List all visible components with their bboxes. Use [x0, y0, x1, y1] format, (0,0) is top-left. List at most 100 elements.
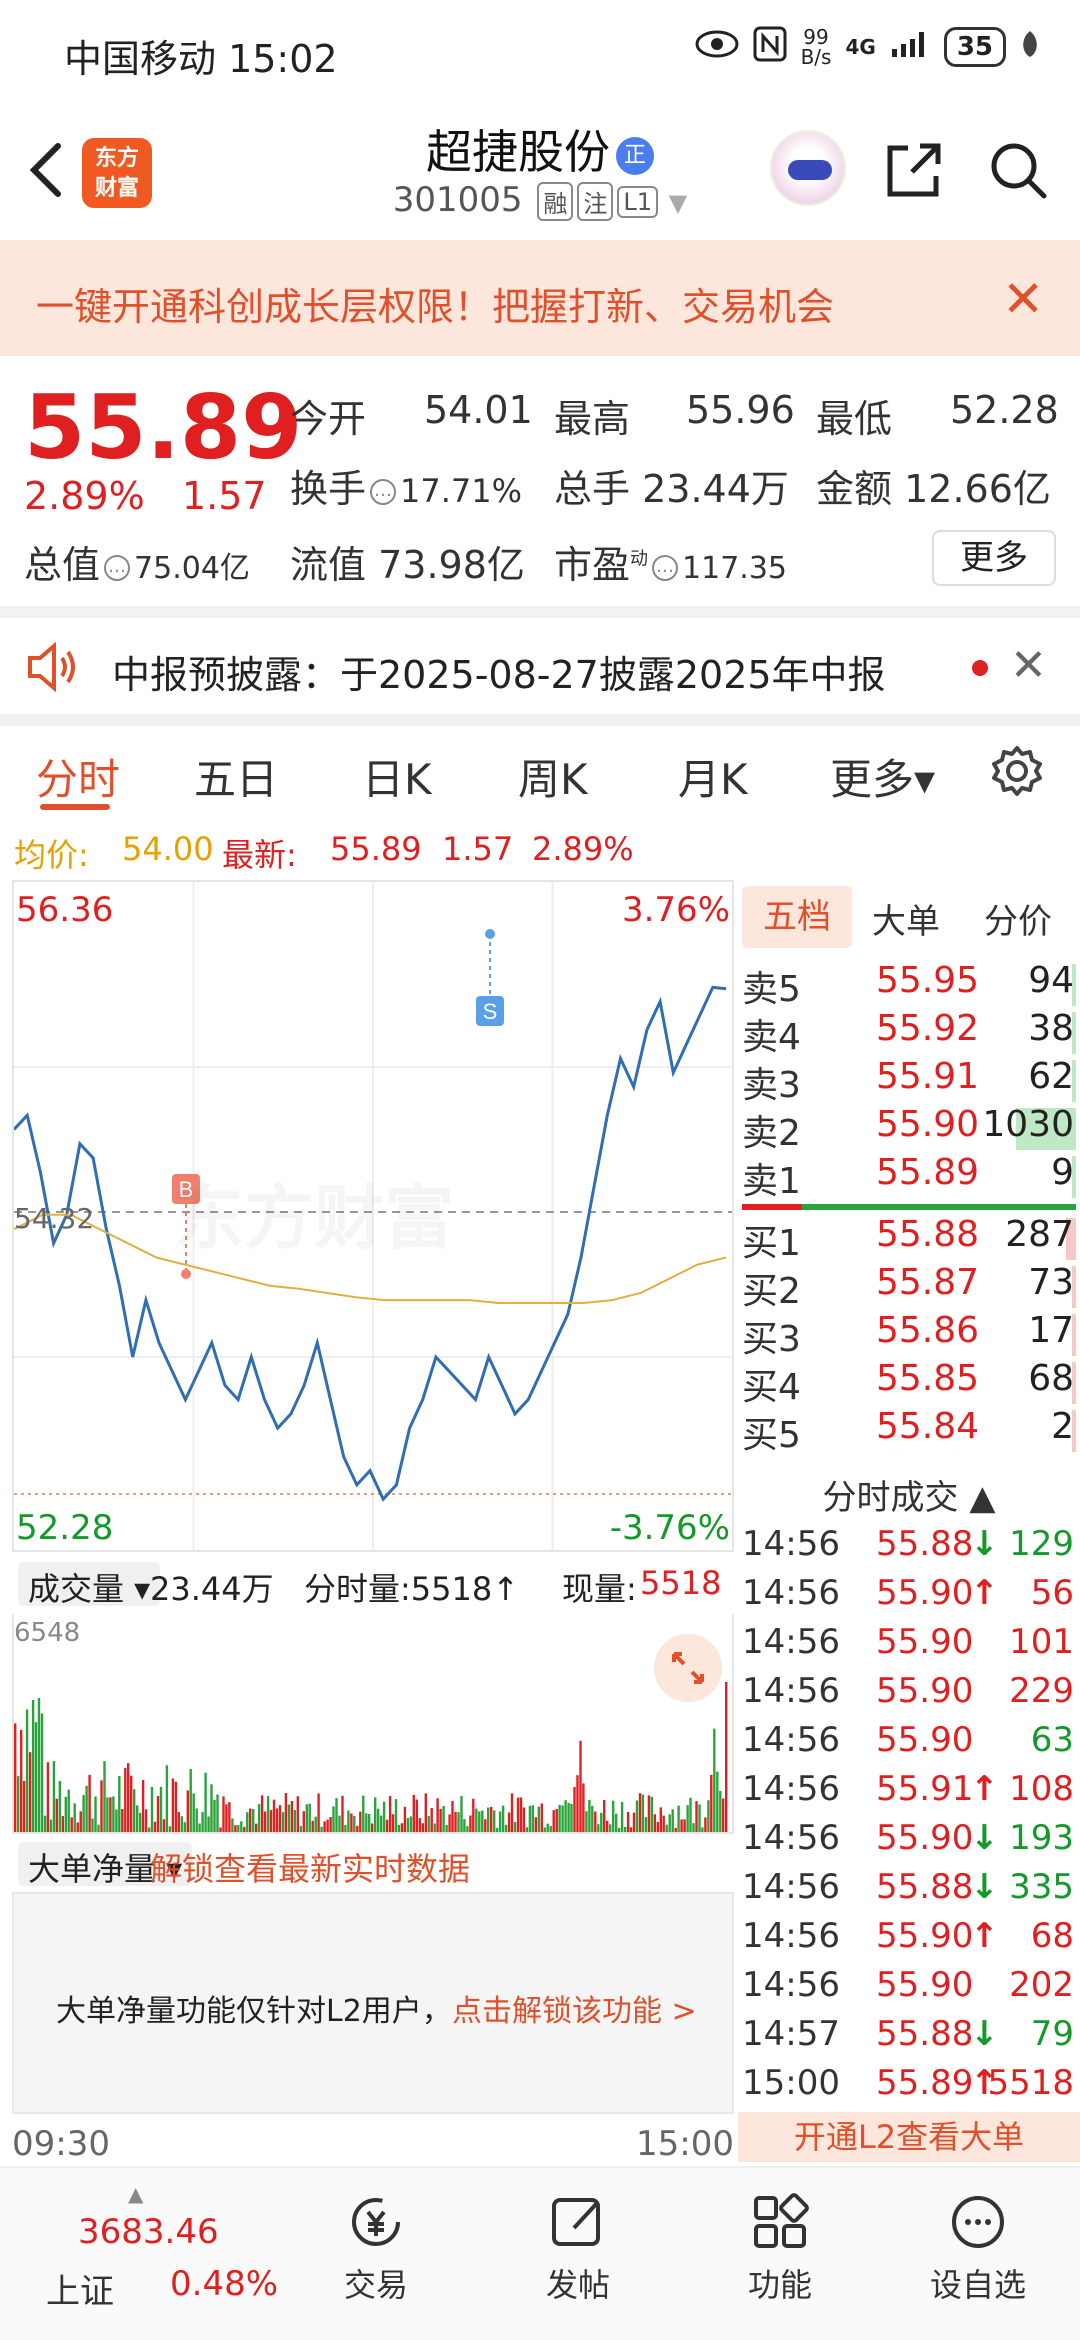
volume-bar — [76, 1822, 79, 1832]
bid-level-row[interactable]: 买5 55.84 2 — [738, 1406, 1080, 1456]
tick-price: 55.90 — [876, 1671, 974, 1711]
net-speed-unit: B/s — [800, 45, 832, 69]
volume-bar — [418, 1818, 421, 1832]
unlock-realtime-link[interactable]: 解锁查看最新实时数据 — [150, 1844, 470, 1890]
volume-bar — [638, 1793, 642, 1832]
nav-post[interactable]: 发帖 — [518, 2178, 638, 2306]
volume-bar — [522, 1807, 526, 1832]
total-value-amount: 75.04亿 — [134, 551, 250, 586]
tick-time: 15:00 — [742, 2063, 840, 2103]
intraday-chart[interactable]: BS 56.36 3.76% 54.32 52.28 -3.76% 东方财富 — [12, 880, 734, 1552]
tab-daily-k[interactable]: 日K — [362, 746, 432, 807]
tick-row: 14:56 55.90 63 — [738, 1720, 1080, 1769]
trade-icon — [352, 2198, 400, 2246]
nav-trade[interactable]: 交易 — [316, 2178, 436, 2306]
volume-bar — [493, 1810, 496, 1832]
nav-watchlist[interactable]: 设自选 — [918, 2178, 1038, 2306]
volume-bar — [626, 1812, 630, 1832]
volume-bar — [588, 1799, 591, 1832]
chevron-up-icon: ▲ — [128, 2182, 144, 2206]
volume-bar — [344, 1824, 347, 1832]
tab-monthly-k[interactable]: 月K — [678, 746, 748, 807]
volume-bar — [439, 1809, 442, 1832]
volume-bar — [287, 1804, 291, 1832]
search-icon[interactable] — [986, 138, 1050, 202]
tab-five-day[interactable]: 五日 — [194, 746, 278, 807]
volume-bar — [609, 1824, 612, 1832]
volume-bar — [567, 1802, 570, 1832]
volume-bar — [531, 1805, 534, 1832]
tab-more[interactable]: 更多▾ — [830, 746, 935, 807]
nav-watchlist-label: 设自选 — [929, 2266, 1026, 2304]
nav-post-label: 发帖 — [545, 2266, 610, 2304]
svg-text:S: S — [483, 999, 498, 1024]
tick-trades-header[interactable]: 分时成交 ▲ — [738, 1470, 1080, 1522]
bid-level-row[interactable]: 买1 55.88 287 — [738, 1214, 1080, 1264]
bid-level-row[interactable]: 买3 55.86 17 — [738, 1310, 1080, 1360]
nav-functions[interactable]: 功能 — [720, 2178, 840, 2306]
volume-bar — [34, 1722, 38, 1832]
big-order-header: 大单净量 ▾ 解锁查看最新实时数据 — [12, 1836, 734, 1888]
volume-bar — [79, 1811, 82, 1832]
volume-bar — [460, 1796, 463, 1832]
info-icon[interactable]: … — [652, 554, 679, 581]
status-bar: 中国移动 15:02 99 B/s 4G 35 — [0, 0, 1080, 100]
volume-bar — [302, 1811, 305, 1832]
volume-bar — [147, 1827, 151, 1832]
volume-bar — [329, 1817, 332, 1832]
share-icon[interactable] — [882, 138, 946, 202]
close-icon[interactable]: ✕ — [1010, 640, 1047, 691]
more-quote-button[interactable]: 更多 — [932, 530, 1056, 586]
tick-volume: 193 — [1009, 1818, 1074, 1858]
tab-five-levels[interactable]: 五档 — [742, 886, 852, 948]
tab-price-dist[interactable]: 分价 — [984, 894, 1052, 943]
tab-weekly-k[interactable]: 周K — [518, 746, 588, 807]
bid-level-row[interactable]: 买2 55.87 73 — [738, 1262, 1080, 1312]
unlock-feature-link[interactable]: 点击解锁该功能 > — [452, 1986, 697, 2030]
volume-bar — [156, 1796, 160, 1832]
volume-bar — [653, 1814, 656, 1832]
volume-bar — [463, 1819, 466, 1832]
ask-level-price: 55.90 — [876, 1104, 980, 1145]
volume-bar — [272, 1799, 276, 1832]
volume-bar — [504, 1824, 508, 1832]
tag-margin: 融 — [537, 182, 574, 221]
volume-bar — [725, 1682, 728, 1832]
tab-intraday[interactable]: 分时 — [36, 746, 120, 807]
ask-level-row[interactable]: 卖1 55.89 9 — [738, 1152, 1080, 1202]
bid-level-price: 55.88 — [876, 1214, 980, 1255]
ask-level-row[interactable]: 卖3 55.91 62 — [738, 1056, 1080, 1106]
ask-level-row[interactable]: 卖5 55.95 94 — [738, 960, 1080, 1010]
info-icon[interactable]: … — [104, 554, 131, 581]
expand-icon[interactable] — [654, 1634, 722, 1702]
volume-bar — [22, 1781, 26, 1832]
volume-bar — [686, 1805, 689, 1832]
gear-icon[interactable] — [990, 744, 1044, 798]
ask-level-row[interactable]: 卖2 55.90 1030 — [738, 1104, 1080, 1154]
volume-bar — [353, 1816, 356, 1832]
assistant-avatar-icon[interactable] — [770, 130, 846, 206]
volume-bar — [195, 1808, 198, 1832]
tick-volume: 68 — [1030, 1916, 1074, 1956]
turnover: 换手… 17.71% — [290, 467, 523, 511]
volume-header: 成交量 ▾ 23.44万 分时量:5518↑ 现量: 5518 — [12, 1556, 734, 1612]
index-name: 上证 — [46, 2272, 114, 2312]
bid-level-row[interactable]: 买4 55.85 68 — [738, 1358, 1080, 1408]
volume-bar — [427, 1815, 430, 1832]
volume-indicator-dropdown[interactable]: 成交量 ▾ — [18, 1562, 161, 1608]
tab-big-orders[interactable]: 大单 — [872, 894, 940, 943]
tick-arrow: ↓ — [970, 1867, 999, 1907]
tick-volume: 202 — [1009, 1965, 1074, 2005]
volume-bar — [246, 1812, 249, 1832]
notice-bar[interactable]: 中报预披露：于2025-08-27披露2025年中报 ✕ — [0, 618, 1080, 714]
ask-level-row[interactable]: 卖4 55.92 38 — [738, 1008, 1080, 1058]
info-icon[interactable]: … — [370, 478, 397, 505]
volume-bar — [296, 1796, 299, 1832]
promo-banner[interactable]: 一键开通科创成长层权限！把握打新、交易机会 ✕ — [0, 240, 1080, 356]
volume-bar — [266, 1796, 270, 1832]
volume-bar — [82, 1795, 85, 1832]
volume-bar — [14, 1723, 17, 1832]
volume-bar — [656, 1821, 659, 1832]
open-l2-button[interactable]: 开通L2查看大单 — [738, 2112, 1080, 2162]
close-icon[interactable]: ✕ — [1002, 270, 1044, 328]
